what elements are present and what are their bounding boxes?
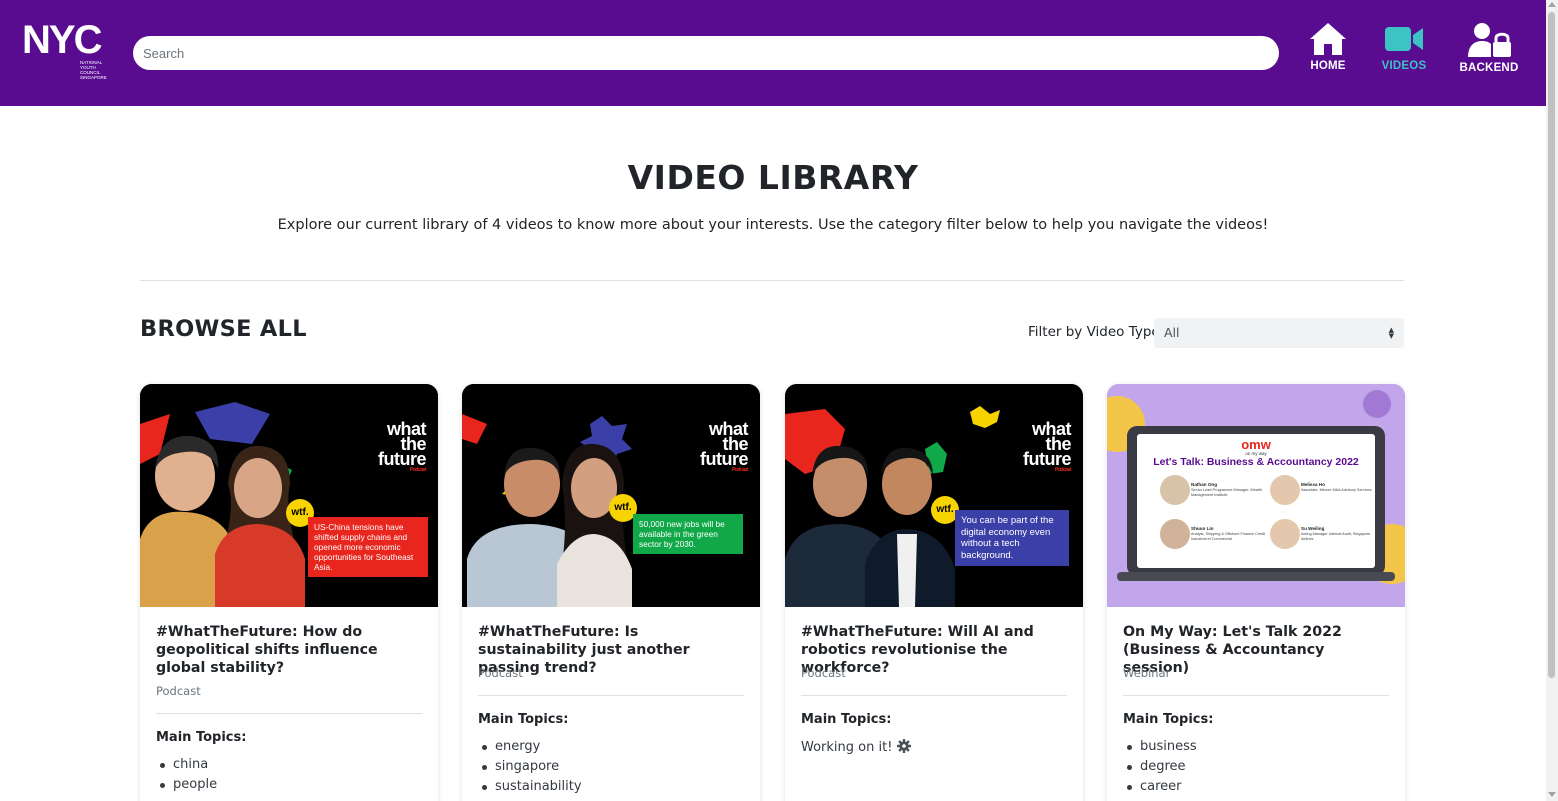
scrollbar-thumb[interactable] <box>1548 12 1555 678</box>
nav-backend[interactable]: BACKEND <box>1458 22 1520 82</box>
user-lock-icon <box>1468 23 1511 57</box>
logo-subtext: National Youth Council Singapore <box>80 60 107 80</box>
nav-videos-label: VIDEOS <box>1381 60 1427 72</box>
omw-logo: omw on my way <box>1241 437 1271 456</box>
home-icon <box>1310 23 1346 55</box>
filter-label: Filter by Video Type: <box>1028 324 1165 340</box>
logo-wordmark: NYC <box>22 18 102 62</box>
video-thumbnail[interactable]: what the future Podcast wtf. US-China te… <box>140 384 438 607</box>
topics-label: Main Topics: <box>801 712 892 727</box>
gear-icon <box>896 739 911 753</box>
page: NYC National Youth Council Singapore HOM… <box>0 0 1558 801</box>
speaker: Melissa Ho Associate, Mercer M&A Advisor… <box>1301 482 1372 492</box>
speaker: Su Weiling Acting Manager Internal Audit… <box>1301 526 1371 541</box>
video-type-select[interactable]: All ▲ ▼ <box>1154 318 1404 348</box>
video-card[interactable]: what the future Podcast wtf. US-China te… <box>140 384 438 801</box>
thumbnail-callout: US-China tensions have shifted supply ch… <box>308 517 428 577</box>
wtf-brand: what the future Podcast <box>1023 419 1072 473</box>
scroll-up-icon[interactable] <box>1548 2 1556 7</box>
topics-label: Main Topics: <box>478 712 569 727</box>
scroll-down-icon[interactable] <box>1548 792 1556 797</box>
video-type-selected: All <box>1164 325 1180 340</box>
topic-item: sustainability <box>478 777 582 797</box>
video-card[interactable]: what the future Podcast wtf. You can be … <box>785 384 1083 801</box>
working-on-it-text: Working on it! <box>801 739 911 755</box>
browse-heading: BROWSE ALL <box>140 316 307 342</box>
select-caret-icon: ▲ ▼ <box>1388 326 1394 340</box>
thumbnail-art <box>462 384 760 607</box>
video-thumbnail[interactable]: omw on my way Let's Talk: Business & Acc… <box>1107 384 1405 607</box>
page-title: VIDEO LIBRARY <box>627 158 919 197</box>
nav-videos[interactable]: VIDEOS <box>1376 22 1432 82</box>
nyc-logo[interactable]: NYC National Youth Council Singapore <box>22 20 112 84</box>
topics-list: energy singapore sustainability <box>478 737 582 797</box>
topic-item: singapore <box>478 757 582 777</box>
topic-item: career <box>1123 777 1197 797</box>
video-card[interactable]: omw on my way Let's Talk: Business & Acc… <box>1107 384 1405 801</box>
card-type: Podcast <box>156 684 201 698</box>
card-type: Webinar <box>1123 666 1171 680</box>
speaker: Nathan Ong Senior Lead Programme Manager… <box>1191 482 1263 497</box>
topic-item: china <box>156 755 217 775</box>
search-input[interactable] <box>133 36 1279 70</box>
wtf-brand: what the future Podcast <box>700 419 749 473</box>
video-camera-icon <box>1385 27 1423 51</box>
topics-list: business degree career <box>1123 737 1197 797</box>
card-type: Podcast <box>478 666 523 680</box>
card-divider <box>1123 695 1389 696</box>
topic-item: energy <box>478 737 582 757</box>
thumbnail-callout: You can be part of the digital economy e… <box>955 510 1069 566</box>
nav-backend-label: BACKEND <box>1459 62 1519 74</box>
card-divider <box>478 695 744 696</box>
wtf-brand: what the future Podcast <box>378 419 427 473</box>
topics-label: Main Topics: <box>1123 712 1214 727</box>
top-navbar: NYC National Youth Council Singapore HOM… <box>0 0 1546 106</box>
topic-item: business <box>1123 737 1197 757</box>
card-type: Podcast <box>801 666 846 680</box>
card-divider <box>801 695 1067 696</box>
video-card[interactable]: what the future Podcast wtf. 50,000 new … <box>462 384 760 801</box>
card-divider <box>156 713 422 714</box>
video-thumbnail[interactable]: what the future Podcast wtf. 50,000 new … <box>462 384 760 607</box>
nav-home[interactable]: HOME <box>1302 22 1354 82</box>
topic-item: people <box>156 775 217 795</box>
speaker: Shuon Lin Analyst, Shipping & Offshore F… <box>1191 526 1266 541</box>
video-thumbnail[interactable]: what the future Podcast wtf. You can be … <box>785 384 1083 607</box>
topics-label: Main Topics: <box>156 730 247 745</box>
topics-list: china people <box>156 755 217 795</box>
page-intro: Explore our current library of 4 videos … <box>277 217 1269 233</box>
card-title[interactable]: #WhatTheFuture: How do geopolitical shif… <box>156 623 422 677</box>
nav-home-label: HOME <box>1310 60 1346 72</box>
page-scrollbar[interactable] <box>1546 0 1558 801</box>
section-divider <box>140 280 1404 281</box>
webinar-heading: Let's Talk: Business & Accountancy 2022 <box>1153 456 1359 468</box>
thumbnail-art <box>785 384 1083 607</box>
thumbnail-callout: 50,000 new jobs will be available in the… <box>633 514 743 554</box>
topic-item: degree <box>1123 757 1197 777</box>
